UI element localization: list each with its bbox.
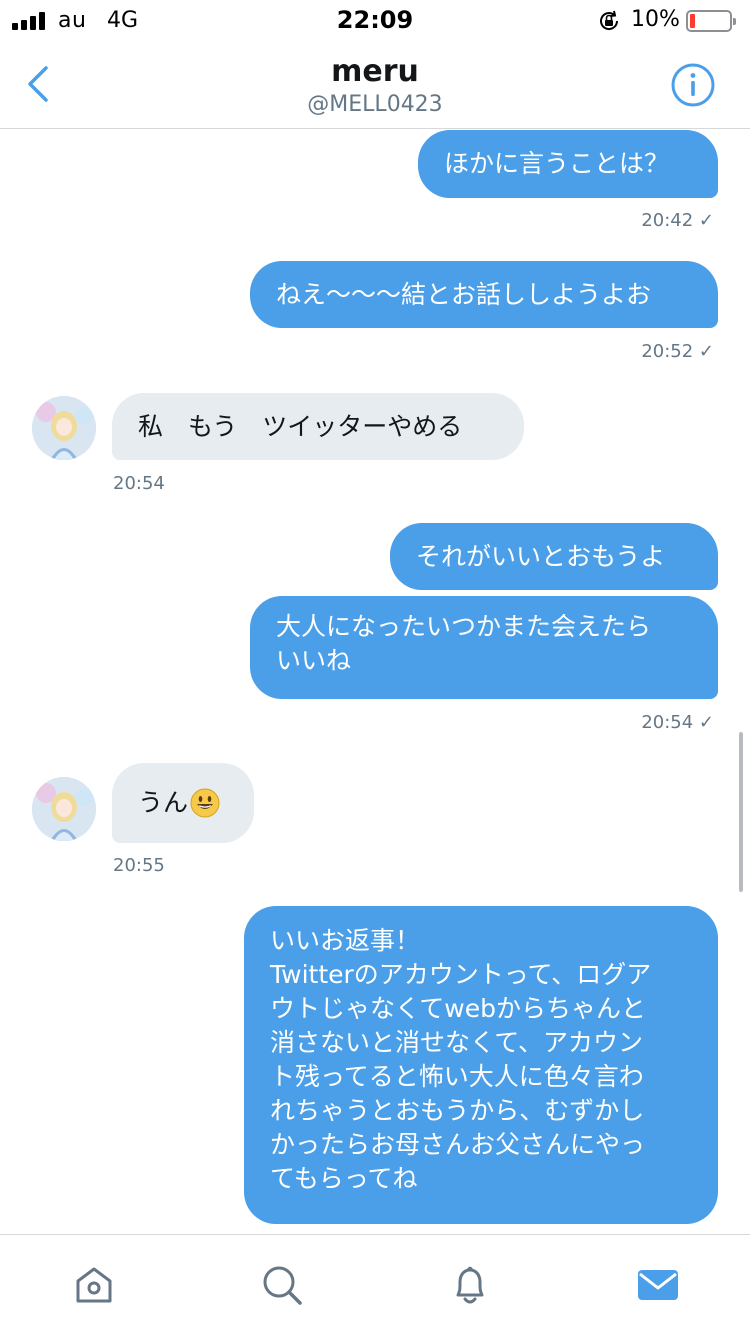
outgoing-message[interactable]: 大人になったいつかまた会えたら いいね	[250, 596, 718, 699]
home-icon	[76, 1267, 112, 1303]
message-line: 大人になったいつかまた会えたら	[276, 612, 652, 641]
conversation-handle: @MELL0423	[307, 92, 443, 117]
message-timestamp: 20:54	[113, 473, 165, 494]
tab-messages[interactable]	[634, 1261, 682, 1309]
search-icon	[263, 1266, 302, 1305]
info-icon[interactable]	[670, 62, 716, 108]
outgoing-message[interactable]: いいお返事！ Twitterのアカウントって、ログア ウトじゃなくてwebからち…	[244, 906, 718, 1224]
tab-search[interactable]	[258, 1261, 306, 1309]
message-line: ウトじゃなくてwebからちゃんと	[270, 994, 646, 1023]
message-timestamp: 20:52 ✓	[641, 341, 714, 362]
message-line: れちゃうとおもうから、むずかし	[270, 1096, 645, 1125]
tab-notifications[interactable]	[446, 1261, 494, 1309]
message-thread[interactable]: ほかに言うことは？ 20:42 ✓ ねえ〜〜〜結とお話ししようよお 20:52 …	[0, 130, 750, 1233]
conversation-title: meru	[331, 54, 419, 89]
avatar[interactable]	[32, 777, 96, 841]
battery-icon	[686, 10, 736, 32]
message-text: ねえ〜〜〜結とお話ししようよお	[276, 279, 652, 309]
avatar[interactable]	[32, 396, 96, 460]
message-line: Twitterのアカウントって、ログア	[270, 960, 652, 989]
message-line: てもらってね	[270, 1164, 418, 1193]
message-timestamp: 20:54 ✓	[641, 712, 714, 733]
outgoing-message[interactable]: それがいいとおもうよ	[390, 523, 718, 590]
messages-icon	[638, 1270, 678, 1300]
message-text: それがいいとおもうよ	[416, 541, 666, 571]
message-line: 消さないと消せなくて、アカウン	[270, 1028, 644, 1057]
message-line: いいね	[276, 646, 352, 675]
message-line: ト残ってると怖い大人に色々言わ	[270, 1062, 644, 1091]
scrollbar[interactable]	[739, 732, 743, 892]
message-text: うん	[138, 788, 189, 817]
message-text: 私 もう ツイッターやめる	[138, 411, 463, 441]
tab-bar	[0, 1234, 750, 1334]
outgoing-message[interactable]: ねえ〜〜〜結とお話ししようよお	[250, 261, 718, 328]
message-line: いいお返事！	[270, 926, 421, 955]
incoming-message[interactable]: 私 もう ツイッターやめる	[112, 393, 524, 460]
message-timestamp: 20:55	[113, 855, 165, 876]
smiley-emoji-icon	[190, 788, 220, 818]
message-timestamp: 20:42 ✓	[641, 210, 714, 231]
incoming-message[interactable]: うん	[112, 763, 254, 843]
orientation-lock-icon	[600, 10, 619, 30]
battery-percent: 10%	[631, 7, 680, 32]
tab-home[interactable]	[70, 1261, 118, 1309]
conversation-header: meru @MELL0423	[0, 42, 750, 129]
notifications-icon	[456, 1266, 484, 1304]
message-line: かったらお母さんお父さんにやっ	[270, 1130, 646, 1159]
status-bar: au 4G 22:09 10%	[0, 0, 750, 42]
outgoing-message[interactable]: ほかに言うことは？	[418, 130, 718, 198]
message-text: ほかに言うことは？	[444, 149, 670, 178]
